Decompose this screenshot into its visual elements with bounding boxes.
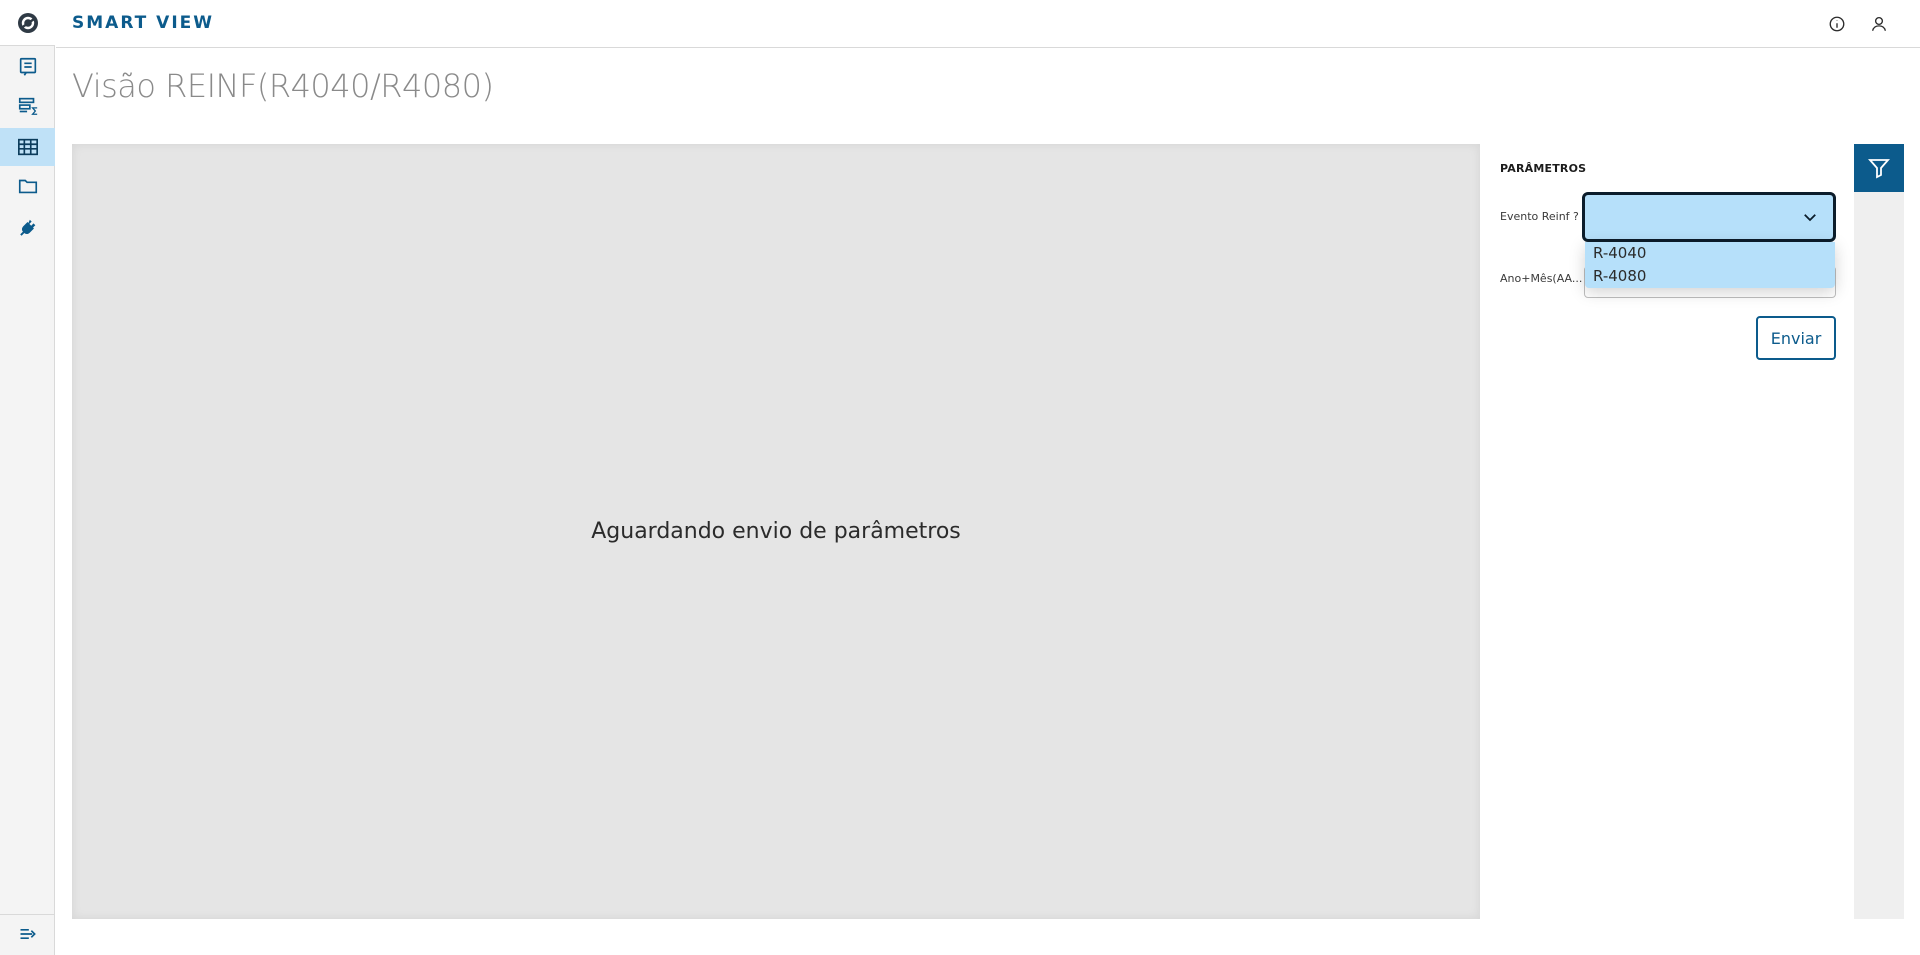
parameters-title: PARÂMETROS: [1500, 162, 1587, 175]
evento-reinf-label: Evento Reinf ?: [1500, 210, 1579, 223]
plug-icon: [19, 219, 35, 236]
ano-mes-label: Ano+Mês(AA...: [1500, 272, 1583, 285]
filter-button[interactable]: [1854, 144, 1904, 192]
sidebar-item-folders[interactable]: [0, 167, 55, 205]
sidebar-item-tables[interactable]: [0, 128, 55, 166]
filter-strip: [1854, 144, 1904, 919]
user-icon: [1871, 16, 1887, 31]
send-button[interactable]: Enviar: [1756, 316, 1836, 360]
sidebar-item-reports[interactable]: [0, 48, 55, 86]
filter-icon: [1868, 159, 1890, 179]
user-button[interactable]: [1868, 13, 1890, 35]
waiting-message: Aguardando envio de parâmetros: [591, 519, 961, 544]
summary-table-icon: [18, 97, 37, 115]
dropdown-option-r4040[interactable]: R-4040: [1585, 242, 1835, 265]
grid-table-icon: [17, 138, 38, 156]
sidebar-item-connections[interactable]: [0, 209, 55, 247]
expand-menu-icon: [20, 928, 36, 939]
info-icon: [1829, 16, 1845, 32]
evento-reinf-dropdown: R-4040 R-4080: [1585, 242, 1835, 288]
page-title: Visão REINF(R4040/R4080): [72, 67, 494, 105]
sidebar-collapse-button[interactable]: [0, 914, 55, 952]
chevron-down-icon: [1804, 214, 1816, 222]
info-button[interactable]: [1826, 13, 1848, 35]
dropdown-option-r4080[interactable]: R-4080: [1585, 265, 1835, 288]
top-header: SMART VIEW: [56, 0, 1920, 48]
parameters-panel: PARÂMETROS Evento Reinf ? Ano+Mês(AA... …: [1480, 144, 1854, 919]
results-area: Aguardando envio de parâmetros: [72, 144, 1480, 919]
app-title: SMART VIEW: [72, 13, 215, 33]
report-icon: [19, 57, 36, 76]
folder-icon: [18, 179, 37, 194]
sidebar-item-summary[interactable]: [0, 87, 55, 125]
evento-reinf-select[interactable]: [1582, 192, 1836, 242]
app-logo[interactable]: [0, 0, 55, 46]
logo-icon: [17, 12, 38, 33]
sidebar: [0, 0, 55, 955]
